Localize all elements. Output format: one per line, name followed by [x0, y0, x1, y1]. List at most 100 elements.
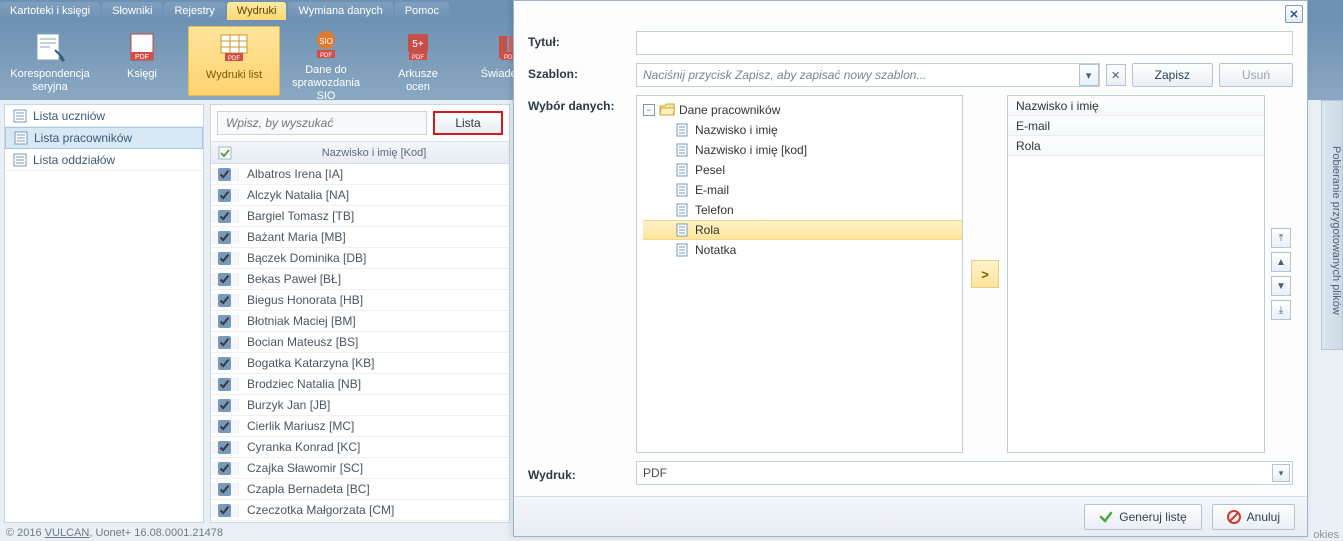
list-item[interactable]: Czeczotka Małgorzata [CM]: [211, 500, 509, 521]
row-checkbox-cell[interactable]: [211, 378, 239, 391]
output-format-select[interactable]: PDF ▾: [636, 461, 1293, 485]
ribbon-button[interactable]: Korespondencjaseryjna: [4, 26, 96, 96]
move-top-button[interactable]: ⤒: [1271, 228, 1291, 248]
row-checkbox-cell[interactable]: [211, 168, 239, 181]
row-checkbox-cell[interactable]: [211, 210, 239, 223]
list-item[interactable]: Cyranka Konrad [KC]: [211, 437, 509, 458]
row-checkbox-cell[interactable]: [211, 252, 239, 265]
row-checkbox-cell[interactable]: [211, 315, 239, 328]
tree-leaf[interactable]: Nazwisko i imię: [643, 120, 962, 140]
row-checkbox-cell[interactable]: [211, 336, 239, 349]
list-item[interactable]: Bączek Dominika [DB]: [211, 248, 509, 269]
row-checkbox[interactable]: [218, 462, 231, 475]
list-item[interactable]: Bargiel Tomasz [TB]: [211, 206, 509, 227]
selected-field-item[interactable]: E-mail: [1008, 116, 1264, 136]
selected-field-item[interactable]: Rola: [1008, 136, 1264, 156]
generate-list-button[interactable]: Generuj listę: [1084, 504, 1201, 530]
list-item[interactable]: Biegus Honorata [HB]: [211, 290, 509, 311]
status-prefix: © 2016: [6, 527, 45, 539]
row-checkbox[interactable]: [218, 336, 231, 349]
tree-leaf[interactable]: E-mail: [643, 180, 962, 200]
row-checkbox-cell[interactable]: [211, 420, 239, 433]
list-item[interactable]: Błotniak Maciej [BM]: [211, 311, 509, 332]
ribbon-tab[interactable]: Rejestry: [164, 2, 224, 20]
list-item[interactable]: Bekas Paweł [BŁ]: [211, 269, 509, 290]
list-item[interactable]: Czapla Bernadeta [BC]: [211, 479, 509, 500]
row-checkbox-cell[interactable]: [211, 504, 239, 517]
ribbon-button[interactable]: SIOPDFDane dosprawozdania SIO: [280, 26, 372, 96]
list-item[interactable]: Brodziec Natalia [NB]: [211, 374, 509, 395]
fields-tree[interactable]: − Dane pracowników Nazwisko i imięNazwis…: [636, 95, 963, 453]
row-checkbox-cell[interactable]: [211, 231, 239, 244]
ribbon-tab[interactable]: Kartoteki i księgi: [0, 2, 100, 20]
row-checkbox[interactable]: [218, 504, 231, 517]
move-down-button[interactable]: ▼: [1271, 276, 1291, 296]
ribbon-tab[interactable]: Słowniki: [102, 2, 162, 20]
row-checkbox-cell[interactable]: [211, 357, 239, 370]
tree-leaf[interactable]: Telefon: [643, 200, 962, 220]
row-checkbox[interactable]: [218, 168, 231, 181]
tree-leaf[interactable]: Nazwisko i imię [kod]: [643, 140, 962, 160]
sidebar-item[interactable]: Lista pracowników: [5, 127, 203, 149]
list-item[interactable]: Burzyk Jan [JB]: [211, 395, 509, 416]
row-checkbox[interactable]: [218, 252, 231, 265]
lista-button[interactable]: Lista: [433, 111, 503, 135]
move-up-button[interactable]: ▲: [1271, 252, 1291, 272]
select-all-cell[interactable]: [211, 146, 239, 160]
row-checkbox[interactable]: [218, 189, 231, 202]
row-checkbox[interactable]: [218, 294, 231, 307]
row-checkbox[interactable]: [218, 399, 231, 412]
move-bottom-button[interactable]: ⤓: [1271, 300, 1291, 320]
row-checkbox[interactable]: [218, 420, 231, 433]
list-item[interactable]: Bażant Maria [MB]: [211, 227, 509, 248]
downloads-dock-tab[interactable]: Pobieranie przygotowanych plików: [1321, 100, 1343, 350]
ribbon-tab[interactable]: Wymiana danych: [288, 2, 392, 20]
sidebar-item[interactable]: Lista uczniów: [5, 105, 203, 127]
row-checkbox-cell[interactable]: [211, 441, 239, 454]
dialog-close-button[interactable]: ✕: [1285, 5, 1303, 23]
row-checkbox[interactable]: [218, 441, 231, 454]
tree-leaf[interactable]: Pesel: [643, 160, 962, 180]
row-checkbox-cell[interactable]: [211, 399, 239, 412]
list-item[interactable]: Cierlik Mariusz [MC]: [211, 416, 509, 437]
title-input[interactable]: [636, 31, 1293, 55]
row-checkbox[interactable]: [218, 357, 231, 370]
row-checkbox[interactable]: [218, 273, 231, 286]
list-item[interactable]: Bocian Mateusz [BS]: [211, 332, 509, 353]
ribbon-button[interactable]: 5+PDFArkuszeocen: [372, 26, 464, 96]
row-checkbox-cell[interactable]: [211, 462, 239, 475]
row-checkbox-cell[interactable]: [211, 189, 239, 202]
row-checkbox[interactable]: [218, 378, 231, 391]
list-item[interactable]: Czajka Sławomir [SC]: [211, 458, 509, 479]
tree-root-node[interactable]: − Dane pracowników: [643, 100, 962, 120]
tree-leaf[interactable]: Notatka: [643, 240, 962, 260]
row-checkbox[interactable]: [218, 483, 231, 496]
sidebar-item[interactable]: Lista oddziałów: [5, 149, 203, 171]
selected-field-item[interactable]: Nazwisko i imię: [1008, 96, 1264, 116]
save-template-button[interactable]: Zapisz: [1132, 63, 1213, 87]
list-item[interactable]: Albatros Irena [IA]: [211, 164, 509, 185]
row-checkbox[interactable]: [218, 210, 231, 223]
row-checkbox-cell[interactable]: [211, 273, 239, 286]
selected-fields-list[interactable]: Nazwisko i imięE-mailRola: [1007, 95, 1265, 453]
template-dropdown-arrow[interactable]: ▾: [1079, 64, 1099, 86]
ribbon-tab[interactable]: Wydruki: [227, 2, 287, 20]
template-select[interactable]: Naciśnij przycisk Zapisz, aby zapisać no…: [636, 63, 1100, 87]
template-clear-button[interactable]: ✕: [1106, 64, 1126, 86]
collapse-icon[interactable]: −: [643, 104, 655, 116]
cancel-button[interactable]: Anuluj: [1212, 504, 1295, 530]
list-item[interactable]: Alczyk Natalia [NA]: [211, 185, 509, 206]
search-input[interactable]: [217, 111, 427, 135]
chevron-down-icon[interactable]: ▾: [1272, 464, 1290, 482]
tree-leaf[interactable]: Rola: [643, 220, 962, 240]
row-checkbox[interactable]: [218, 231, 231, 244]
row-checkbox-cell[interactable]: [211, 483, 239, 496]
ribbon-button[interactable]: PDFWydruki list: [188, 26, 280, 96]
list-item[interactable]: Bogatka Katarzyna [KB]: [211, 353, 509, 374]
ribbon-button[interactable]: PDFKsięgi: [96, 26, 188, 96]
add-field-button[interactable]: >: [971, 260, 999, 288]
ribbon-tab[interactable]: Pomoc: [395, 2, 449, 20]
row-checkbox-cell[interactable]: [211, 294, 239, 307]
column-header-name[interactable]: Nazwisko i imię [Kod]: [239, 147, 509, 159]
row-checkbox[interactable]: [218, 315, 231, 328]
